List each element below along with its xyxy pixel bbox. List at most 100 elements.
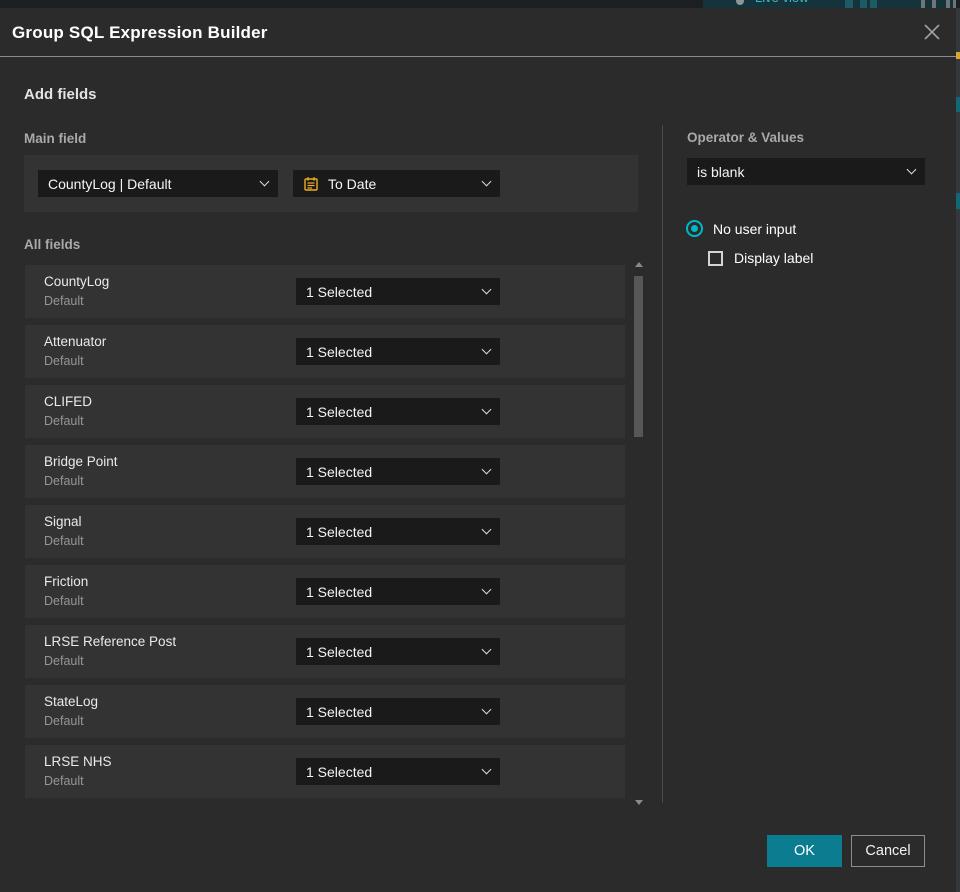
radio-selected-icon[interactable] (686, 220, 703, 237)
field-name: LRSE NHS (44, 754, 112, 769)
toolbar-icon-fragment (860, 0, 867, 8)
field-subtitle: Default (44, 714, 84, 728)
chevron-down-icon (481, 344, 492, 355)
scroll-up-arrow-icon[interactable] (635, 262, 643, 267)
live-view-panel: Live view (703, 0, 956, 8)
selection-count: 1 Selected (306, 283, 373, 300)
chevron-down-icon (481, 524, 492, 535)
chevron-down-icon (906, 164, 917, 175)
field-row-signal: Signal Default 1 Selected (25, 505, 625, 558)
field-subtitle: Default (44, 534, 84, 548)
main-field-label: Main field (24, 131, 87, 146)
field-type-dropdown[interactable]: To Date (293, 170, 500, 197)
operator-dropdown[interactable]: is blank (687, 158, 925, 185)
field-name: Signal (44, 514, 82, 529)
checkbox-unchecked-icon[interactable] (708, 250, 723, 266)
field-name: Attenuator (44, 334, 107, 349)
toolbar-icon-fragment (953, 0, 956, 8)
field-row-countylog: CountyLog Default 1 Selected (25, 265, 625, 318)
field-subtitle: Default (44, 774, 84, 788)
field-name: CLIFED (44, 394, 93, 409)
main-field-value: CountyLog | Default (48, 175, 172, 192)
chevron-down-icon (481, 644, 492, 655)
field-selection-dropdown[interactable]: 1 Selected (296, 458, 500, 485)
field-row-lrse-reference-post: LRSE Reference Post Default 1 Selected (25, 625, 625, 678)
operator-values-label: Operator & Values (687, 130, 805, 145)
field-selection-dropdown[interactable]: 1 Selected (296, 338, 500, 365)
field-subtitle: Default (44, 654, 84, 668)
selection-count: 1 Selected (306, 643, 373, 660)
field-row-attenuator: Attenuator Default 1 Selected (25, 325, 625, 378)
screen: { "background": { "live_view_label": "Li… (0, 0, 960, 892)
toolbar-icon-fragment (946, 0, 950, 8)
all-fields-label: All fields (24, 237, 81, 252)
field-selection-dropdown[interactable]: 1 Selected (296, 578, 500, 605)
group-sql-expression-builder-dialog: Group SQL Expression Builder Add fields … (0, 8, 956, 892)
field-subtitle: Default (44, 354, 84, 368)
field-name: Friction (44, 574, 89, 589)
field-selection-dropdown[interactable]: 1 Selected (296, 398, 500, 425)
field-row-lrse-nhs: LRSE NHS Default 1 Selected (25, 745, 625, 798)
close-button[interactable] (920, 20, 944, 44)
sliver-teal-fragment (956, 193, 960, 209)
toolbar-icon-fragment (921, 0, 925, 8)
selection-count: 1 Selected (306, 523, 373, 540)
chevron-down-icon (481, 176, 492, 187)
field-selection-dropdown[interactable]: 1 Selected (296, 278, 500, 305)
live-view-label: Live view (755, 0, 808, 5)
field-row-friction: Friction Default 1 Selected (25, 565, 625, 618)
chevron-down-icon (481, 704, 492, 715)
field-row-statelog: StateLog Default 1 Selected (25, 685, 625, 738)
display-label-option[interactable]: Display label (708, 250, 813, 266)
display-label-label: Display label (734, 250, 814, 266)
selection-count: 1 Selected (306, 343, 373, 360)
section-divider (662, 125, 663, 803)
field-subtitle: Default (44, 294, 84, 308)
toolbar-icon-fragment (870, 0, 877, 8)
field-type-value: To Date (328, 175, 377, 192)
dialog-title: Group SQL Expression Builder (12, 23, 268, 42)
toolbar-icon-fragment (932, 0, 936, 8)
chevron-down-icon (259, 176, 270, 187)
field-name: CountyLog (44, 274, 110, 289)
field-name: StateLog (44, 694, 99, 709)
chevron-down-icon (481, 284, 492, 295)
field-row-clifed: CLIFED Default 1 Selected (25, 385, 625, 438)
scrollbar-thumb[interactable] (634, 276, 643, 437)
main-field-dropdown[interactable]: CountyLog | Default (38, 170, 278, 197)
no-user-input-label: No user input (713, 220, 797, 237)
chevron-down-icon (481, 404, 492, 415)
field-selection-dropdown[interactable]: 1 Selected (296, 758, 500, 785)
field-selection-dropdown[interactable]: 1 Selected (296, 698, 500, 725)
field-subtitle: Default (44, 414, 84, 428)
selection-count: 1 Selected (306, 463, 373, 480)
field-selection-dropdown[interactable]: 1 Selected (296, 518, 500, 545)
no-user-input-option[interactable]: No user input (686, 220, 796, 237)
field-subtitle: Default (44, 474, 84, 488)
sliver-yellow-fragment (956, 52, 960, 59)
background-toolbar-sliver: Live view (0, 0, 960, 8)
selection-count: 1 Selected (306, 763, 373, 780)
background-right-sliver (956, 8, 960, 892)
live-view-dot-icon (736, 0, 744, 5)
add-fields-heading: Add fields (24, 86, 97, 103)
field-selection-dropdown[interactable]: 1 Selected (296, 638, 500, 665)
scroll-down-arrow-icon[interactable] (635, 800, 643, 805)
field-name: LRSE Reference Post (44, 634, 177, 649)
chevron-down-icon (481, 764, 492, 775)
selection-count: 1 Selected (306, 583, 373, 600)
chevron-down-icon (481, 584, 492, 595)
calendar-icon (303, 176, 319, 192)
field-row-bridge-point: Bridge Point Default 1 Selected (25, 445, 625, 498)
selection-count: 1 Selected (306, 703, 373, 720)
field-name: Bridge Point (44, 454, 118, 469)
operator-value: is blank (697, 163, 745, 180)
sliver-teal-fragment (956, 97, 960, 112)
cancel-button[interactable]: Cancel (851, 835, 925, 867)
ok-button[interactable]: OK (767, 835, 842, 867)
selection-count: 1 Selected (306, 403, 373, 420)
dialog-header: Group SQL Expression Builder (0, 8, 956, 57)
list-scrollbar[interactable] (632, 260, 647, 807)
close-icon (924, 24, 940, 40)
toolbar-icon-fragment (845, 0, 853, 8)
